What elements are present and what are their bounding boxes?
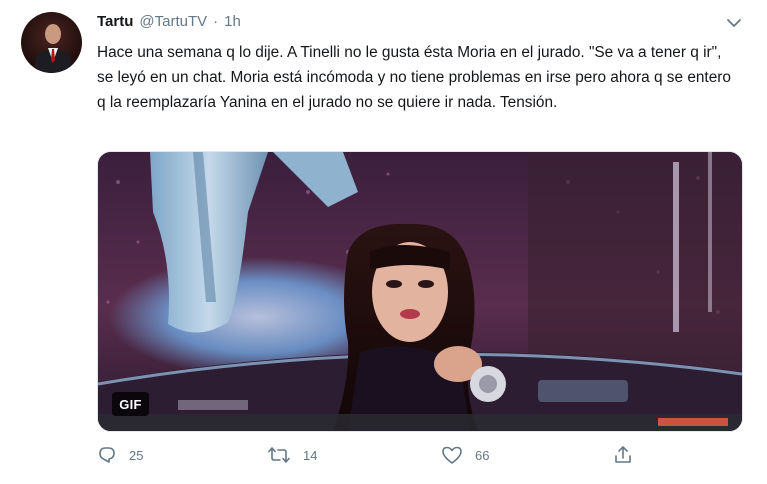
avatar[interactable] [21, 12, 82, 73]
heart-icon [441, 445, 463, 465]
retweet-icon [267, 445, 291, 465]
gif-media[interactable] [97, 151, 743, 432]
tweet[interactable]: Tartu @TartuTV · 1h Hace una semana q lo… [0, 0, 767, 484]
gif-badge: GIF [112, 392, 149, 416]
display-name[interactable]: Tartu [97, 13, 133, 30]
like-count: 66 [475, 447, 490, 463]
tweet-text: Hace una semana q lo dije. A Tinelli no … [97, 44, 731, 111]
timestamp[interactable]: 1h [224, 13, 241, 30]
share-icon [613, 445, 633, 465]
chevron-down-icon[interactable] [725, 16, 743, 30]
tweet-header: Tartu @TartuTV · 1h [97, 13, 241, 35]
share-button[interactable] [613, 440, 633, 470]
separator-dot: · [213, 13, 219, 30]
avatar-image [21, 12, 82, 73]
tweet-actions: 25 14 66 [97, 440, 657, 470]
retweet-button[interactable]: 14 [267, 440, 317, 470]
reply-button[interactable]: 25 [97, 440, 143, 470]
reply-count: 25 [129, 447, 144, 463]
like-button[interactable]: 66 [441, 440, 489, 470]
retweet-count: 14 [303, 447, 318, 463]
user-handle[interactable]: @TartuTV [139, 13, 207, 30]
reply-icon [97, 445, 117, 465]
gif-frame [98, 152, 742, 431]
